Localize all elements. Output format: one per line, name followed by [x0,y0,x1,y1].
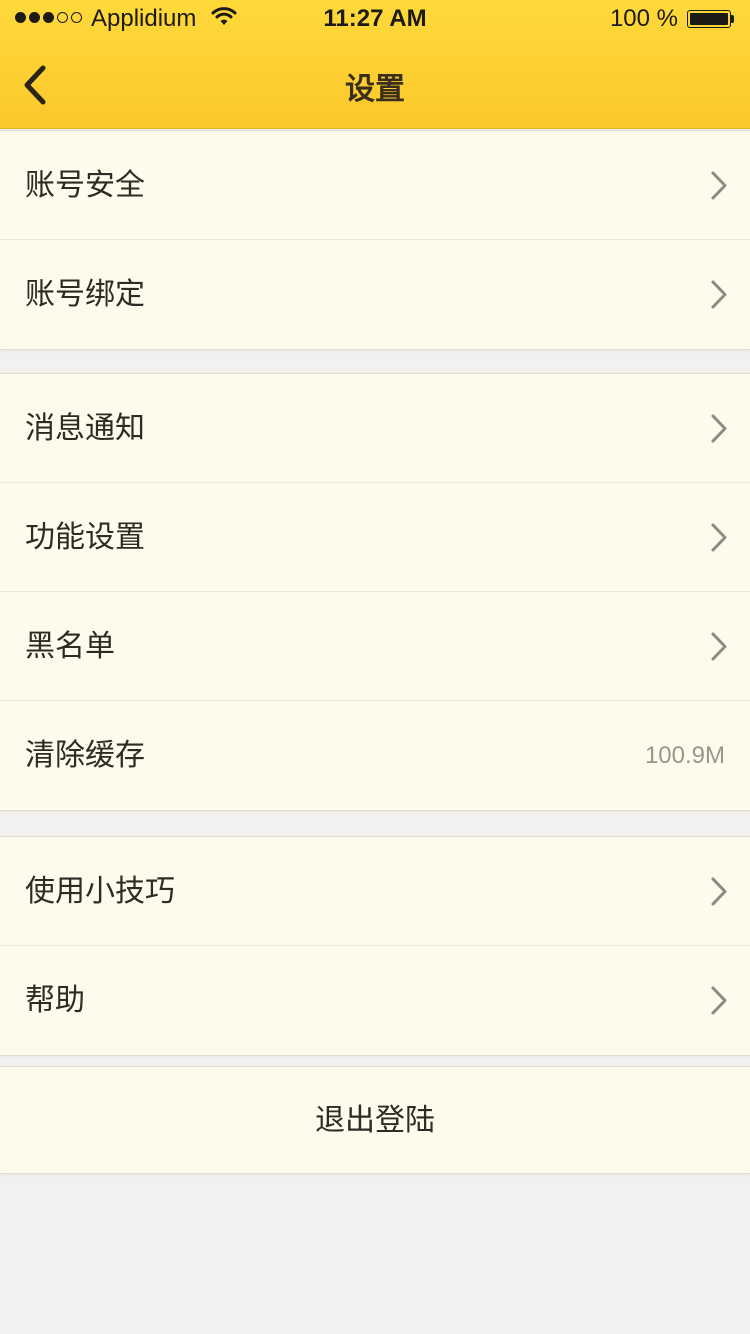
settings-item-notifications[interactable]: 消息通知 [0,374,750,483]
battery-icon [687,10,734,28]
settings-item-label: 清除缓存 [25,738,145,773]
chevron-right-icon [711,877,727,906]
settings-item-account-security[interactable]: 账号安全 [0,131,750,240]
chevron-right-icon [711,632,727,661]
settings-item-label: 黑名单 [25,629,115,664]
settings-item-account-binding[interactable]: 账号绑定 [0,240,750,349]
battery-percentage: 100 % [609,5,678,32]
settings-item-label: 使用小技巧 [25,874,175,909]
account-settings-group: 账号安全 账号绑定 [0,130,750,350]
settings-item-help[interactable]: 帮助 [0,946,750,1055]
cache-size-value: 100.9M [644,742,725,769]
settings-item-label: 消息通知 [25,411,145,446]
help-settings-group: 使用小技巧 帮助 [0,836,750,1056]
nav-bar: Applidium 11:27 AM 100 % 设置 [0,0,750,129]
chevron-right-icon [711,986,727,1015]
chevron-right-icon [711,414,727,443]
settings-item-features[interactable]: 功能设置 [0,483,750,592]
general-settings-group: 消息通知 功能设置 黑名单 清除缓存 100.9M [0,373,750,811]
status-bar: Applidium 11:27 AM 100 % [0,0,750,40]
settings-item-blacklist[interactable]: 黑名单 [0,592,750,701]
chevron-right-icon [711,171,727,200]
chevron-right-icon [711,280,727,309]
settings-item-tips[interactable]: 使用小技巧 [0,837,750,946]
settings-item-label: 帮助 [25,983,85,1018]
settings-item-clear-cache[interactable]: 清除缓存 100.9M [0,701,750,810]
settings-item-label: 功能设置 [25,520,145,555]
page-title: 设置 [345,72,405,107]
logout-button[interactable]: 退出登陆 [0,1066,750,1174]
settings-item-label: 账号绑定 [25,277,145,312]
settings-item-label: 账号安全 [25,168,145,203]
chevron-right-icon [711,523,727,552]
